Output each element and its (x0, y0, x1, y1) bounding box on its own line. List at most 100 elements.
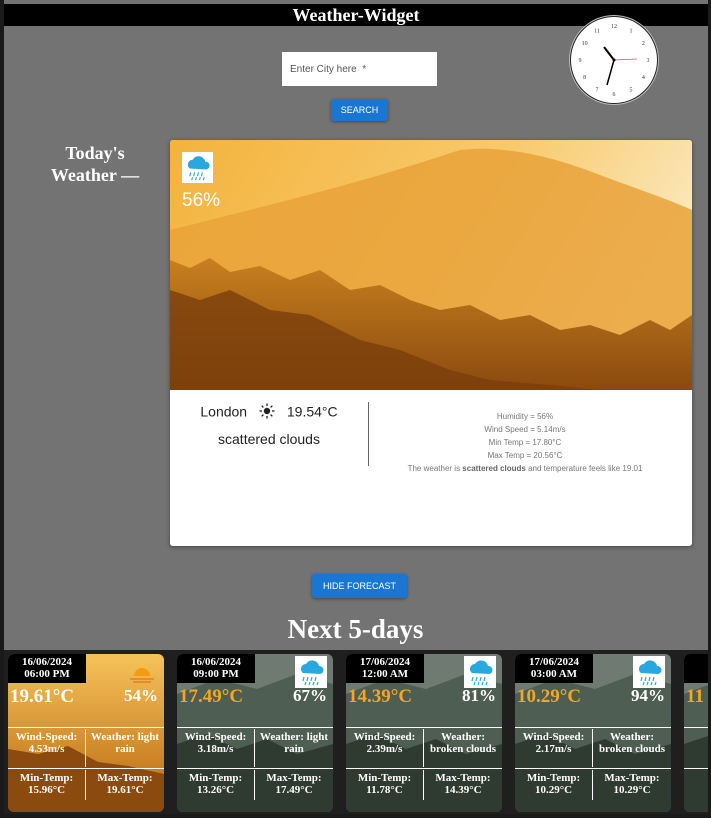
forecast-date: 17/06/2024 (528, 656, 580, 668)
weather-background-image (170, 140, 692, 390)
analog-clock: 12 1 2 3 4 5 6 7 8 9 10 11 (570, 16, 658, 104)
rain-cloud-icon (295, 656, 327, 688)
clock-minute-hand (606, 59, 615, 86)
detail-wind-speed: Wind Speed = 5.14m/s (484, 425, 566, 434)
forecast-date: 17 (684, 656, 708, 668)
forecast-date: 16/06/2024 (21, 656, 73, 668)
weather-details: Humidity = 56% Wind Speed = 5.14m/s Min … (370, 410, 680, 475)
clock-number: 6 (613, 92, 616, 98)
forecast-time: 06:00 PM (24, 668, 70, 680)
current-temperature: 19.54°C (286, 403, 338, 420)
forecast-divider (684, 768, 708, 769)
hide-forecast-button[interactable]: HIDE FORECAST (312, 574, 407, 598)
rain-cloud-icon (182, 152, 213, 183)
forecast-min-temp: Min-Temp: 11.78°C (357, 772, 412, 796)
forecast-weather: Weather: broken clouds (429, 731, 497, 755)
forecast-humidity: 54% (124, 686, 158, 705)
forecast-wind: Win2 (684, 731, 708, 755)
forecast-divider (177, 727, 333, 728)
today-summary: London 19.54°C scattered clouds (170, 390, 368, 480)
sun-icon (259, 403, 275, 419)
forecast-divider (346, 768, 502, 769)
forecast-wind: Wind-Speed: 2.17m/s (522, 731, 585, 755)
forecast-title: Next 5-days (287, 614, 424, 644)
detail-summary: The weather is scattered clouds and temp… (407, 464, 643, 473)
forecast-time: 06 (684, 668, 708, 680)
forecast-wind: Wind-Speed: 2.39m/s (353, 731, 416, 755)
forecast-weather: Weather: broken clouds (598, 731, 666, 755)
forecast-card: 16/06/2024 06:00 PM 19.61°C 54% Wind-Speed: 4… (8, 654, 164, 812)
clock-hour-hand (603, 46, 615, 61)
weather-description: scattered clouds (218, 431, 320, 447)
forecast-wind: Wind-Speed: 3.18m/s (184, 731, 247, 755)
forecast-temp: 10.29°C (517, 686, 582, 707)
forecast-weather: Weather: light rain (90, 731, 160, 755)
forecast-datetime: 17/06/2024 12:00 AM (346, 654, 424, 683)
forecast-date: 17/06/2024 (359, 656, 411, 668)
forecast-min-temp: Mi1 (684, 772, 708, 796)
forecast-weather: Weather: light rain (259, 731, 329, 755)
forecast-time: 09:00 PM (193, 668, 239, 680)
forecast-wind: Wind-Speed: 4.53m/s (15, 731, 78, 755)
today-weather-label: Today's Weather — (50, 143, 140, 185)
forecast-time: 12:00 AM (361, 668, 409, 680)
forecast-time: 03:00 AM (530, 668, 578, 680)
window-frame-bottom (0, 814, 711, 818)
clock-number: 10 (582, 41, 588, 47)
clock-number: 7 (596, 87, 599, 93)
forecast-card: 17/06/2024 03:00 AM 10.29°C 94% Wind-Speed: 2… (515, 654, 671, 812)
sunset-icon (126, 656, 158, 688)
forecast-divider (515, 727, 671, 728)
detail-min-temp: Min Temp = 17.80°C (488, 438, 562, 447)
forecast-divider (177, 768, 333, 769)
forecast-min-temp: Min-Temp: 10.29°C (526, 772, 581, 796)
forecast-list: 16/06/2024 06:00 PM 19.61°C 54% Wind-Speed: 4… (4, 650, 708, 814)
clock-number: 8 (583, 75, 586, 81)
city-search-input[interactable] (282, 52, 437, 86)
forecast-humidity: 94% (631, 686, 665, 705)
forecast-datetime: 17/06/2024 03:00 AM (515, 654, 593, 683)
rain-cloud-icon (633, 656, 665, 688)
detail-humidity: Humidity = 56% (496, 412, 554, 421)
detail-max-temp: Max Temp = 20.56°C (487, 451, 563, 460)
card-divider (368, 402, 369, 466)
forecast-humidity: 67% (293, 686, 327, 705)
forecast-max-temp: Max-Temp: 10.29°C (604, 772, 660, 796)
forecast-min-temp: Min-Temp: 15.96°C (19, 772, 74, 796)
detail-summary-condition: scattered clouds (462, 464, 526, 473)
clock-number: 3 (647, 58, 650, 64)
forecast-max-temp: Max-Temp: 17.49°C (266, 772, 322, 796)
forecast-card: 16/06/2024 09:00 PM 17.49°C 67% Wind-Speed: 3… (177, 654, 333, 812)
forecast-card: 1706 11 Win2 Mi1 (684, 654, 708, 812)
clock-number: 9 (579, 58, 582, 64)
forecast-max-temp: Max-Temp: 19.61°C (97, 772, 153, 796)
city-name: London (200, 403, 248, 420)
forecast-divider (346, 727, 502, 728)
forecast-humidity: 81% (462, 686, 496, 705)
forecast-datetime: 1706 (684, 654, 708, 683)
clock-number: 1 (630, 29, 633, 35)
forecast-temp: 14.39°C (348, 686, 413, 707)
forecast-temp: 17.49°C (179, 686, 244, 707)
forecast-max-temp: Max-Temp: 14.39°C (435, 772, 491, 796)
today-humidity-display: 56% (182, 190, 221, 211)
clock-number: 4 (642, 75, 645, 81)
clock-number: 2 (642, 41, 645, 47)
forecast-divider (8, 727, 164, 728)
forecast-date: 16/06/2024 (190, 656, 242, 668)
clock-number: 5 (630, 87, 633, 93)
forecast-datetime: 16/06/2024 06:00 PM (8, 654, 86, 683)
forecast-datetime: 16/06/2024 09:00 PM (177, 654, 255, 683)
forecast-divider (684, 727, 708, 728)
search-button[interactable]: SEARCH (331, 99, 388, 121)
forecast-temp: 19.61°C (10, 686, 75, 707)
forecast-card: 17/06/2024 12:00 AM 14.39°C 81% Wind-Speed: 2… (346, 654, 502, 812)
forecast-divider (515, 768, 671, 769)
today-weather-card: 56% London 19.54°C scattered clouds Humi… (170, 140, 692, 546)
clock-number: 11 (594, 29, 600, 35)
forecast-temp: 11 (686, 686, 704, 707)
forecast-min-temp: Min-Temp: 13.26°C (188, 772, 243, 796)
rain-cloud-icon (464, 656, 496, 688)
clock-second-hand (613, 58, 638, 61)
clock-number: 12 (611, 24, 617, 30)
